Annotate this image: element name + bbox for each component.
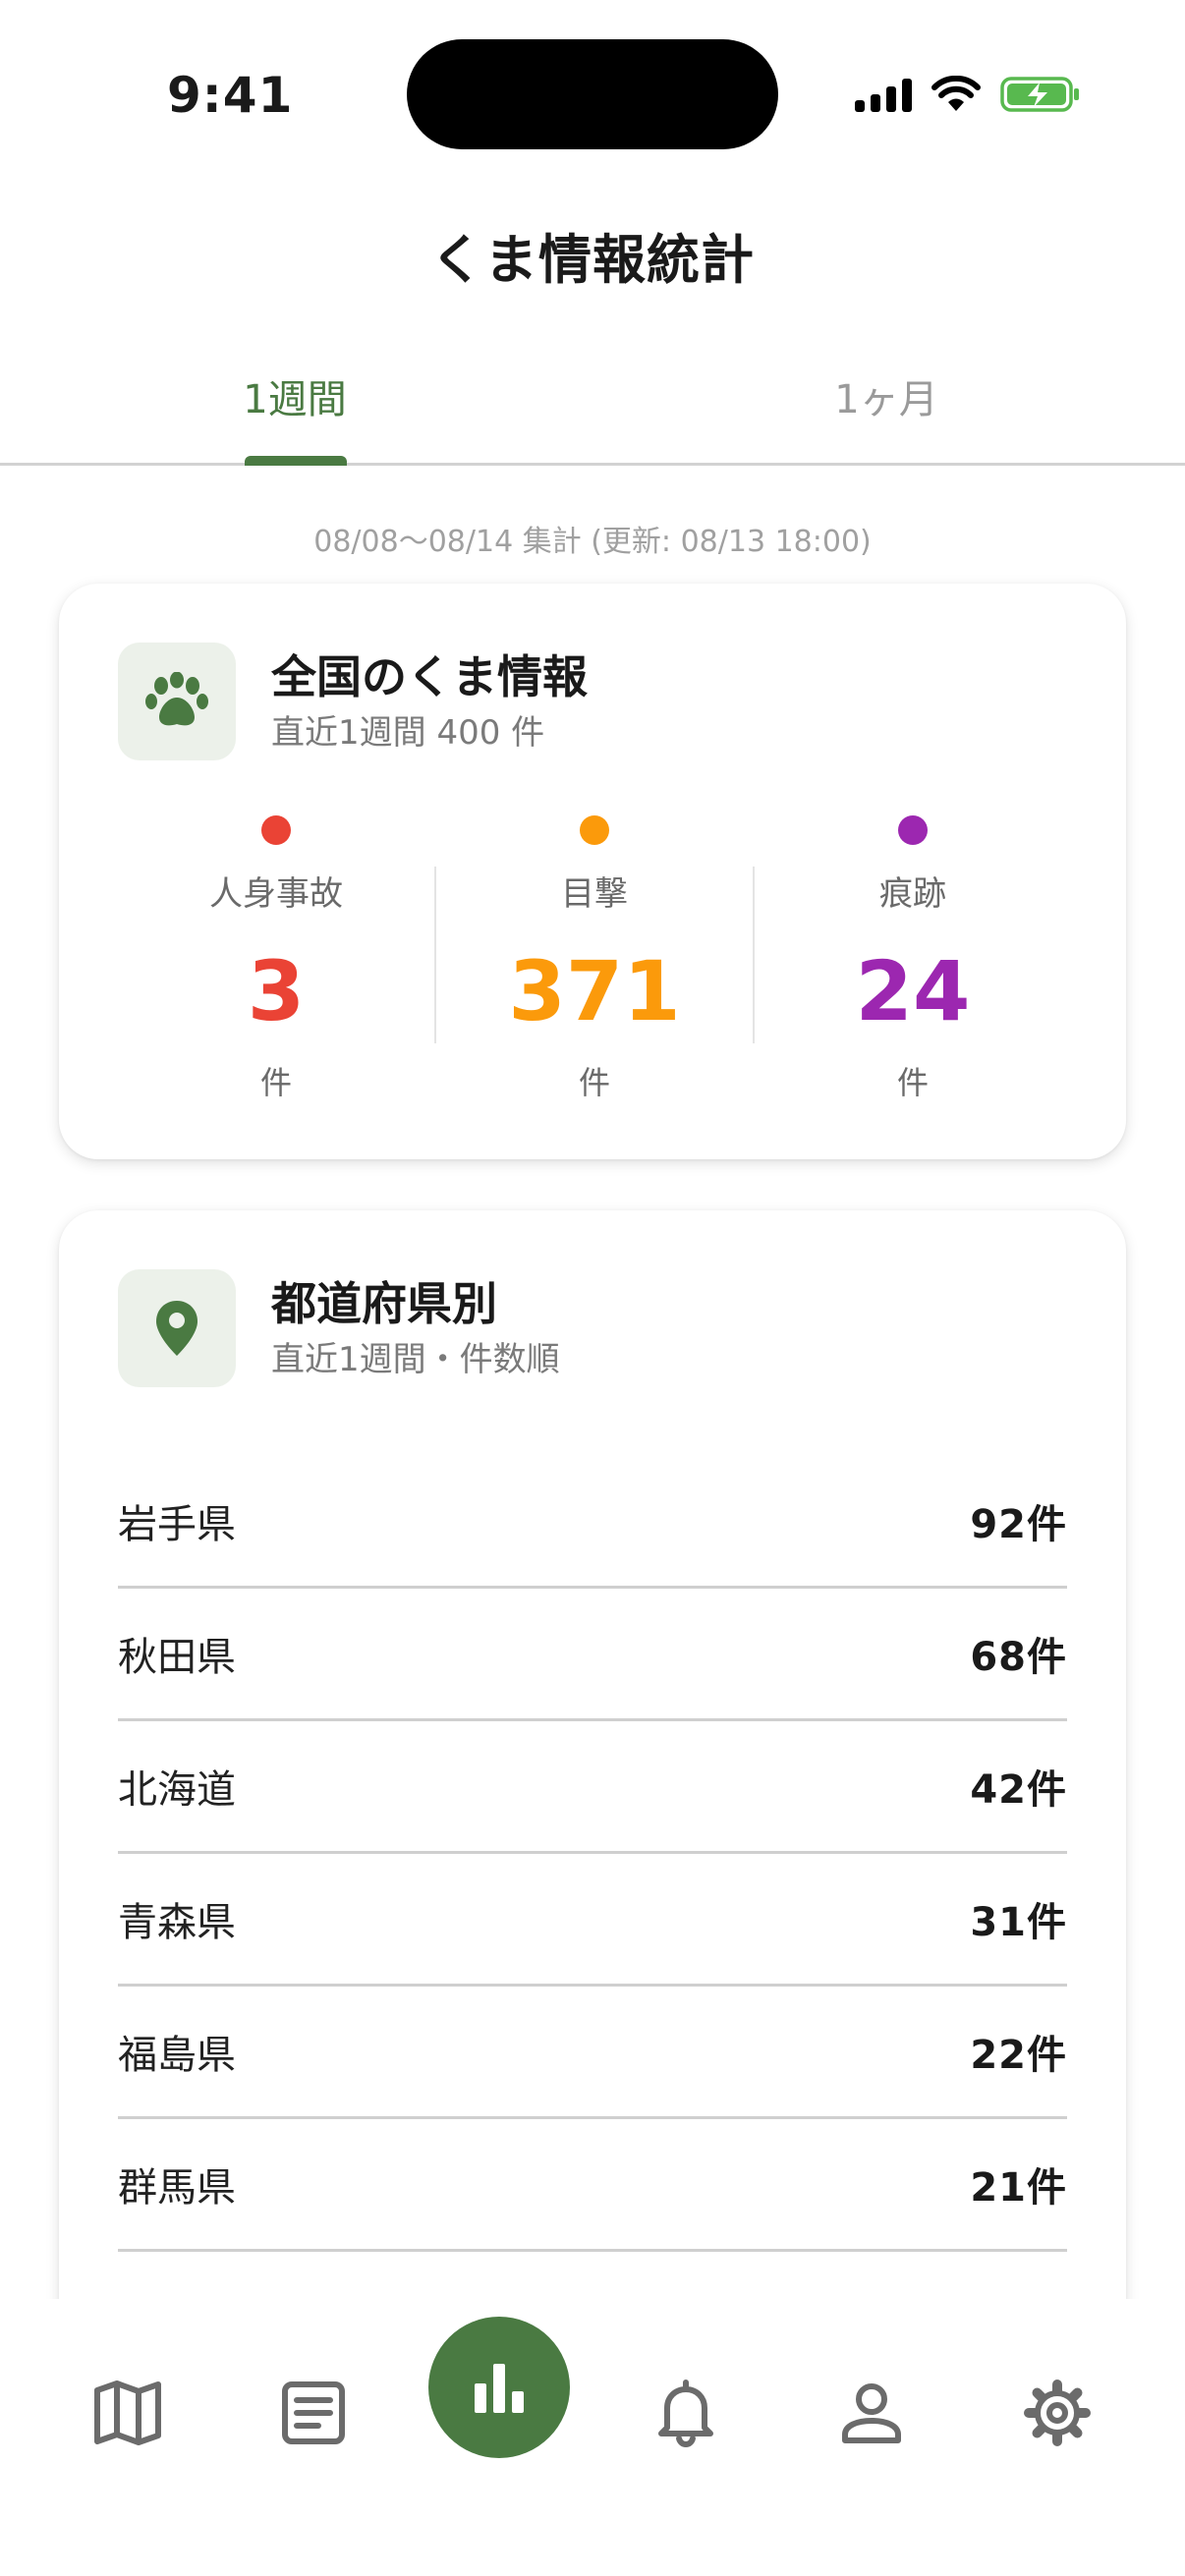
prefecture-name: 青森県 xyxy=(118,1900,236,1945)
dynamic-island xyxy=(407,39,778,149)
list-item[interactable]: 北海道 42件 xyxy=(118,1721,1067,1854)
stat-value: 3 xyxy=(247,943,306,1039)
nav-notifications-button[interactable] xyxy=(627,2354,745,2472)
aggregation-range-text: 08/08〜08/14 集計 (更新: 08/13 18:00) xyxy=(313,525,872,559)
stat-value: 24 xyxy=(855,943,971,1039)
national-card-subtitle: 直近1週間 400 件 xyxy=(271,713,545,753)
prefecture-card-subtitle: 直近1週間・件数順 xyxy=(271,1340,560,1379)
stat-label: 痕跡 xyxy=(879,874,946,914)
period-tabs: 1週間 1ヶ月 xyxy=(0,344,1185,466)
prefecture-name: 群馬県 xyxy=(118,2165,236,2211)
stat-unit: 件 xyxy=(896,1064,929,1101)
stat-injury: 人身事故 3 件 xyxy=(118,815,434,1110)
tab-1-month[interactable]: 1ヶ月 xyxy=(739,367,1034,424)
stat-trace: 痕跡 24 件 xyxy=(755,815,1071,1110)
stat-sighting: 目撃 371 件 xyxy=(436,815,753,1110)
prefecture-name: 岩手県 xyxy=(118,1502,236,1547)
prefecture-card-title: 都道府県別 xyxy=(271,1277,497,1330)
prefecture-name: 福島県 xyxy=(118,2033,236,2078)
prefecture-count: 68件 xyxy=(970,1635,1067,1680)
bell-icon xyxy=(658,2380,713,2447)
list-item[interactable]: 青森県 31件 xyxy=(118,1854,1067,1987)
map-icon xyxy=(94,2380,161,2445)
nav-stats-button[interactable] xyxy=(428,2317,570,2458)
list-icon xyxy=(282,2381,345,2444)
nav-map-button[interactable] xyxy=(69,2354,187,2472)
prefecture-count: 21件 xyxy=(970,2165,1067,2211)
status-time: 9:41 xyxy=(167,67,294,124)
tab-active-indicator xyxy=(245,456,347,466)
bottom-navigation xyxy=(0,2299,1185,2576)
page-title: くま情報統計 xyxy=(430,229,755,291)
nav-list-button[interactable] xyxy=(254,2354,372,2472)
battery-charging-icon xyxy=(1000,75,1081,114)
sighting-dot-icon xyxy=(580,815,609,845)
nav-profile-button[interactable] xyxy=(813,2354,931,2472)
prefecture-name: 北海道 xyxy=(118,1767,236,1813)
injury-dot-icon xyxy=(261,815,291,845)
prefecture-card-header: 都道府県別 直近1週間・件数順 xyxy=(118,1269,560,1387)
tab-1-week[interactable]: 1週間 xyxy=(147,367,442,424)
person-icon xyxy=(842,2383,901,2443)
list-item[interactable]: 岩手県 92件 xyxy=(118,1456,1067,1589)
location-pin-icon xyxy=(118,1269,236,1387)
list-item[interactable]: 秋田県 68件 xyxy=(118,1589,1067,1721)
national-card-header: 全国のくま情報 直近1週間 400 件 xyxy=(118,643,588,760)
status-icons xyxy=(855,75,1081,114)
paw-icon xyxy=(118,643,236,760)
prefecture-list: 岩手県 92件 秋田県 68件 北海道 42件 青森県 31件 福島県 22件 … xyxy=(118,1456,1067,2384)
list-item[interactable]: 福島県 22件 xyxy=(118,1987,1067,2119)
stat-value: 371 xyxy=(508,943,681,1039)
nav-settings-button[interactable] xyxy=(998,2354,1116,2472)
stat-unit: 件 xyxy=(578,1064,610,1101)
trace-dot-icon xyxy=(898,815,928,845)
prefecture-count: 22件 xyxy=(970,2033,1067,2078)
prefecture-count: 92件 xyxy=(970,1502,1067,1547)
national-stats: 人身事故 3 件 目撃 371 件 痕跡 24 件 xyxy=(59,815,1126,1110)
bar-chart-icon xyxy=(475,2364,524,2413)
stat-unit: 件 xyxy=(259,1064,292,1101)
prefecture-count: 31件 xyxy=(970,1900,1067,1945)
wifi-icon xyxy=(931,76,981,113)
national-card-title: 全国のくま情報 xyxy=(271,650,588,703)
list-item[interactable]: 群馬県 21件 xyxy=(118,2119,1067,2252)
cellular-signal-icon xyxy=(855,77,912,112)
prefecture-name: 秋田県 xyxy=(118,1635,236,1680)
prefecture-count: 42件 xyxy=(970,1767,1067,1813)
gear-icon xyxy=(1024,2380,1091,2446)
national-summary-card: 全国のくま情報 直近1週間 400 件 人身事故 3 件 目撃 371 件 痕跡 xyxy=(59,584,1126,1159)
stat-label: 目撃 xyxy=(561,874,628,914)
stat-label: 人身事故 xyxy=(209,874,343,914)
screen: 9:41 くま情報統計 1週間 1ヶ月 08/08〜08/14 集計 (更新: … xyxy=(0,0,1185,2576)
